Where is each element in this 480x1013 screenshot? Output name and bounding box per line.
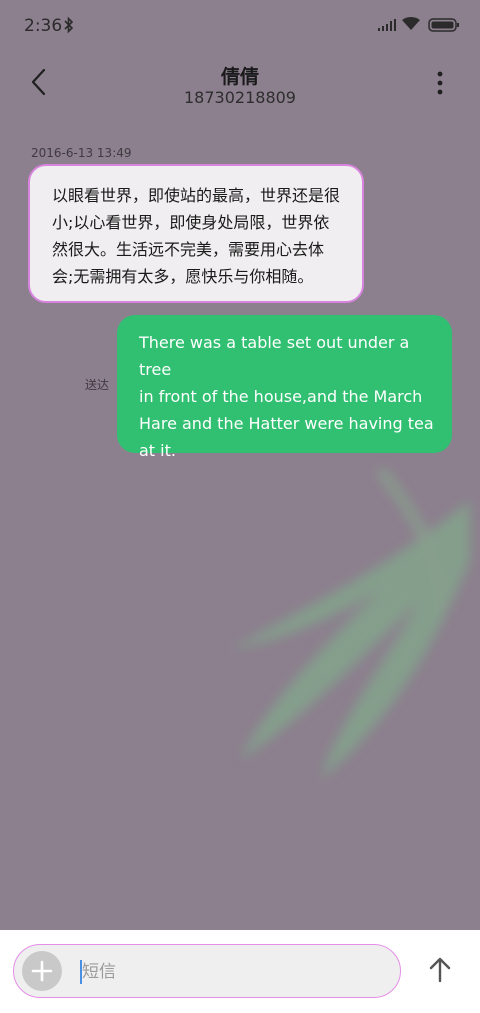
send-arrow-icon[interactable] xyxy=(424,954,456,986)
status-bar: 2:36 xyxy=(0,0,480,52)
contact-name: 倩倩 xyxy=(220,66,259,88)
message-line: Hare and the Hatter were having tea xyxy=(139,414,434,433)
message-line: There was a table set out under a tree xyxy=(139,333,410,379)
background-feather-decoration xyxy=(230,466,470,780)
message-line: 以眼看世界，即使站的最高，世界还是很 xyxy=(52,186,341,205)
message-composer xyxy=(0,930,480,1013)
message-timestamp: 2016-6-13 13:49 xyxy=(31,146,132,160)
bluetooth-icon xyxy=(64,16,74,34)
add-attachment-button[interactable] xyxy=(22,951,62,991)
message-line: in front of the house,and the March xyxy=(139,387,423,406)
message-line: 会;无需拥有太多，愿快乐与你相随。 xyxy=(52,267,314,286)
message-line: 小;以心看世界，即使身处局限，世界依 xyxy=(52,213,330,232)
conversation-header: 倩倩 18730218809 xyxy=(0,52,480,116)
incoming-message-bubble[interactable]: 以眼看世界，即使站的最高，世界还是很 小;以心看世界，即使身处局限，世界依 然很… xyxy=(28,164,364,303)
message-input[interactable] xyxy=(82,957,382,987)
plus-icon xyxy=(31,960,53,982)
status-time: 2:36 xyxy=(24,16,63,36)
message-line: 然很大。生活远不完美，需要用心去体 xyxy=(52,240,325,259)
delivery-status: 送达 xyxy=(85,378,110,392)
wifi-icon xyxy=(402,17,420,30)
outgoing-message-bubble[interactable]: There was a table set out under a tree i… xyxy=(117,315,452,460)
composer-field xyxy=(13,944,401,998)
contact-number: 18730218809 xyxy=(184,88,296,107)
battery-icon xyxy=(428,18,459,32)
message-line: at it. xyxy=(139,441,176,460)
signal-icon xyxy=(378,19,396,31)
more-vertical-icon[interactable] xyxy=(426,68,454,98)
